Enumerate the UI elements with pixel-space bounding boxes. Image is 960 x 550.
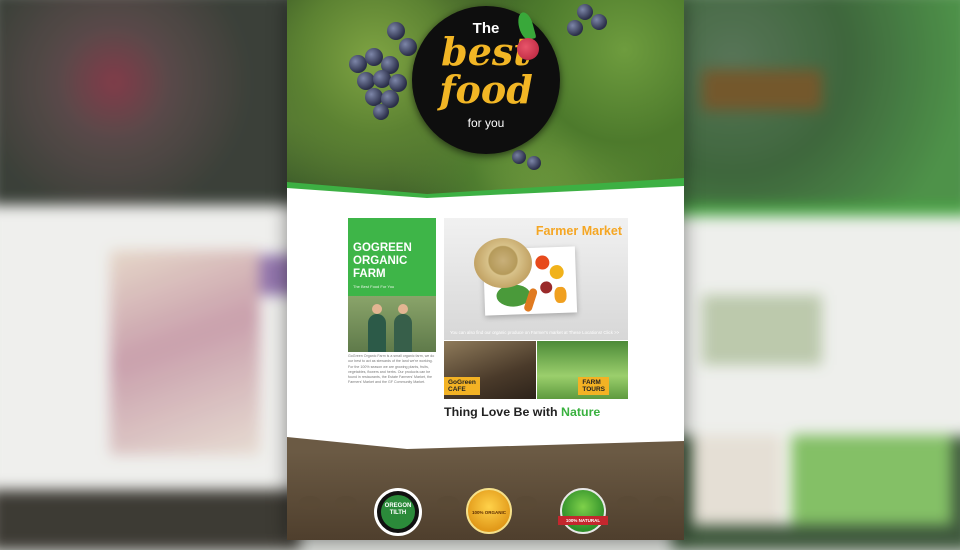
farm-description: GoGreen Organic Farm is a small organic …: [348, 354, 435, 385]
cafe-tag-line1: GoGreen: [448, 379, 476, 386]
organic-badge: 100% ORGANIC: [466, 488, 512, 534]
tours-tag: FARM TOURS: [578, 377, 609, 395]
flyer-content: GOGREEN ORGANIC FARM The Best Food For Y…: [287, 0, 684, 540]
cafe-tag-line2: CAFE: [448, 386, 466, 393]
cafe-tag: GoGreen CAFE: [444, 377, 480, 395]
farm-subtitle: The Best Food For You: [353, 284, 395, 289]
background-left-blurred: [0, 0, 300, 550]
tagline-highlight: Nature: [561, 405, 601, 419]
straw-hat: [474, 238, 532, 288]
farm-title-line1: GOGREEN: [353, 242, 412, 254]
natural-badge-text: 100% NATURAL: [558, 516, 608, 525]
tagline-text: Thing Love Be with: [444, 405, 562, 419]
tours-tag-line1: FARM: [582, 379, 601, 386]
tagline: Thing Love Be with Nature: [444, 405, 600, 419]
oregon-tilth-badge: OREGON TILTH: [374, 488, 422, 536]
natural-badge: 100% NATURAL: [558, 488, 608, 534]
market-title: Farmer Market: [535, 224, 622, 238]
background-right-blurred: [672, 0, 960, 550]
farm-title: GOGREEN ORGANIC FARM: [353, 242, 437, 281]
farm-tours-photo: FARM TOURS: [537, 341, 628, 399]
farmer-figure: [368, 304, 386, 352]
cafe-photo: GoGreen CAFE: [444, 341, 536, 399]
badge-oregon-line1: OREGON: [384, 503, 412, 509]
farmer-market-photo: Farmer Market You can also find our orga…: [444, 218, 628, 340]
farm-title-card: GOGREEN ORGANIC FARM The Best Food For Y…: [348, 218, 436, 296]
market-caption[interactable]: You can also find our organic produce on…: [450, 330, 619, 335]
farmers-photo: [348, 296, 436, 352]
tours-tag-line2: TOURS: [582, 386, 605, 393]
badge-oregon-line2: TILTH: [389, 510, 407, 516]
farmer-figure: [394, 304, 412, 352]
organic-badge-text: 100% ORGANIC: [471, 510, 506, 515]
farm-title-line2: ORGANIC: [353, 255, 408, 267]
farm-title-line3: FARM: [353, 268, 386, 280]
